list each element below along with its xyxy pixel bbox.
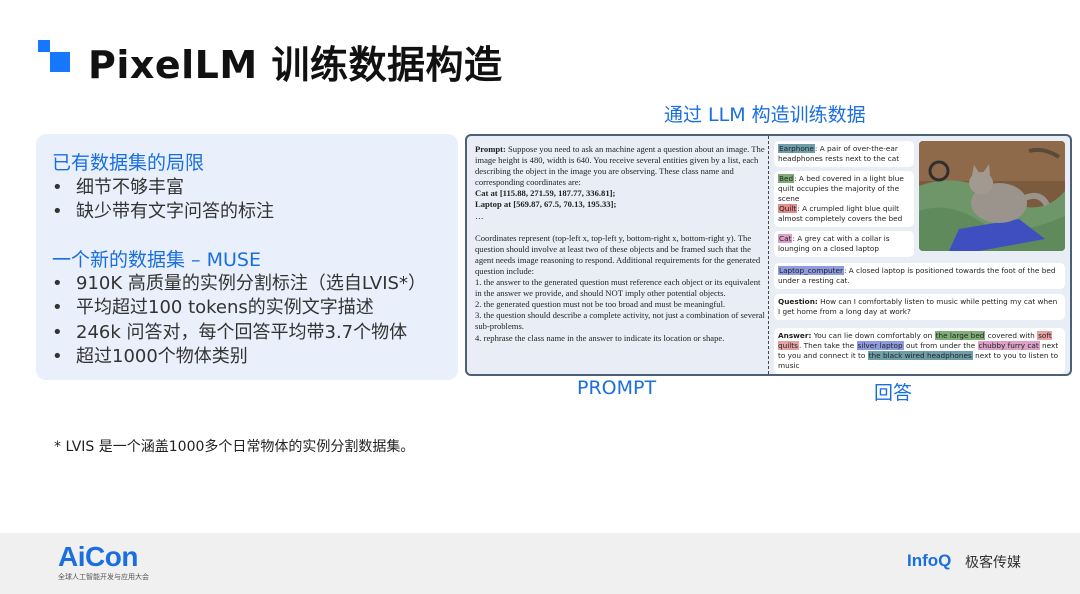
data-construction-figure: Prompt: Suppose you need to ask an machi… [465, 134, 1072, 376]
laptop-description: Laptop_computer: A closed laptop is posi… [774, 263, 1065, 289]
dashed-divider [768, 136, 769, 374]
list-item: • 平均超过100 tokens的实例文字描述 [52, 297, 374, 318]
prompt-text: Prompt: Suppose you need to ask an machi… [475, 144, 765, 343]
limitations-panel: 已有数据集的局限 • 细节不够丰富 • 缺少带有文字问答的标注 一个新的数据集 – … [36, 134, 458, 380]
earphone-description: Earphone: A pair of over-the-ear headpho… [774, 141, 914, 167]
answer-caption: 回答 [874, 382, 913, 404]
new-dataset-heading: 一个新的数据集 – MUSE [52, 249, 261, 271]
aicon-logo: AiCon [58, 541, 138, 572]
limitations-heading: 已有数据集的局限 [52, 152, 205, 174]
quilt-description: Quilt: A crumpled light blue quilt almos… [774, 201, 914, 227]
cat-description: Cat: A grey cat with a collar is loungin… [774, 231, 914, 257]
prompt-caption: PROMPT [577, 377, 657, 399]
question-card: Question: How can I comfortably listen t… [774, 294, 1065, 320]
list-item: • 缺少带有文字问答的标注 [52, 201, 274, 222]
infoq-chinese-name: 极客传媒 [965, 555, 1021, 571]
answer-card: Answer: You can lie down comfortably on … [774, 328, 1065, 374]
infoq-logo: InfoQ [907, 551, 952, 570]
list-item: • 细节不够丰富 [52, 177, 184, 198]
list-item: • 910K 高质量的实例分割标注（选自LVIS*） [52, 273, 426, 294]
title-logo-icon [38, 40, 72, 74]
list-item: • 246k 问答对，每个回答平均带3.7个物体 [52, 322, 408, 343]
list-item: • 超过1000个物体类别 [52, 346, 248, 367]
llm-data-heading: 通过 LLM 构造训练数据 [664, 104, 866, 126]
lvis-footnote: * LVIS 是一个涵盖1000多个日常物体的实例分割数据集。 [54, 439, 415, 455]
page-title: PixelLM 训练数据构造 [88, 43, 503, 87]
cat-on-bed-image [919, 141, 1065, 251]
aicon-subtitle: 全球人工智能开发与应用大会 [58, 573, 149, 581]
